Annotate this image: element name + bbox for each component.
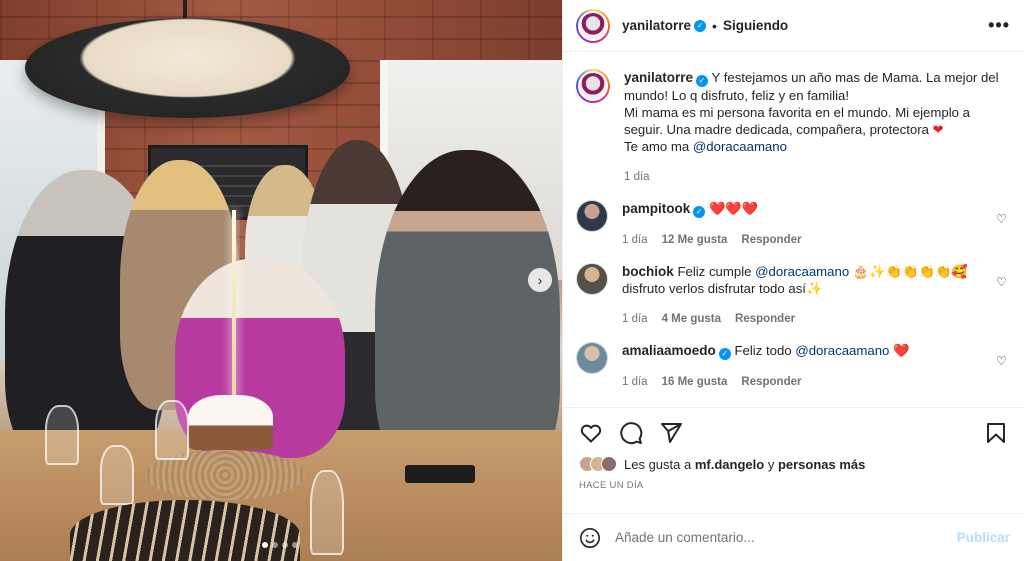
post-header: yanilatorre ✓ • Siguiendo ••• [563,0,1024,52]
reply-button[interactable]: Responder [741,374,801,391]
likes-prefix: Les gusta a [624,456,692,472]
caption-line3-prefix: Te amo ma [624,139,690,154]
add-comment-bar: Publicar [563,513,1024,561]
comment-item: amaliaamoedo ✓ Feliz todo @doracaamano ❤️… [576,342,1008,391]
verified-badge-icon: ✓ [694,19,707,32]
likes-user-link[interactable]: mf.dangelo [695,457,764,472]
comments-section[interactable]: yanilatorre ✓ Y festejamos un año mas de … [563,53,1024,405]
mention-link[interactable]: @doracaamano [795,343,889,358]
mobile-phone [405,465,475,483]
comment-item: bochiok Feliz cumple @doracaamano 🎂✨👏👏👏👏… [576,263,1008,328]
author-avatar[interactable] [576,8,610,43]
heart-outline-icon[interactable]: ♡ [996,212,1008,226]
reply-button[interactable]: Responder [735,311,795,328]
mention-link[interactable]: @doracaamano [693,139,787,154]
leaf-placemat [70,500,300,561]
liker-avatars[interactable] [579,456,617,472]
wine-glass [45,405,79,465]
commenter-avatar[interactable] [576,263,608,295]
separator-dot: • [712,17,717,34]
post-timestamp[interactable]: HACE UN DÍA [579,480,1008,491]
comment-username[interactable]: pampitook [622,201,690,216]
wine-glass [155,400,189,460]
carousel-dot [272,542,278,548]
verified-badge-icon: ✓ [718,348,731,360]
likes-summary: Les gusta a mf.dangelo y personas más [579,456,1008,472]
heart-outline-icon[interactable]: ♡ [996,354,1008,368]
carousel-dots [262,542,298,548]
sparkler [232,210,236,400]
comment-item: pampitook ✓ ❤️❤️❤️ 1 día 12 Me gusta Resp… [576,200,1008,249]
carousel-dot [262,542,268,548]
more-horizontal-icon[interactable]: ••• [988,15,1010,36]
likes-others-link[interactable]: personas más [778,457,865,472]
comment-text-continued: disfruto verlos disfrutar todo así✨ [622,281,823,296]
verified-badge-icon: ✓ [696,75,709,87]
publish-button[interactable]: Publicar [957,530,1010,545]
commenter-avatar[interactable] [576,342,608,374]
caption-line2: Mi mama es mi persona favorita en el mun… [624,105,970,137]
comment-emoji: 🎂✨👏👏👏👏🥰 [852,264,968,279]
comment-username[interactable]: amaliaamoedo [622,343,716,358]
wine-glass [100,445,134,505]
author-username[interactable]: yanilatorre [622,18,691,33]
comment-time[interactable]: 1 día [622,232,648,249]
comment-text: Feliz todo [734,343,792,358]
author-avatar[interactable] [576,69,610,103]
birthday-cake [188,395,273,450]
comment-likes[interactable]: 12 Me gusta [662,232,728,249]
carousel-dot [282,542,288,548]
carousel-next-button[interactable]: › [528,268,552,292]
wine-glass [310,470,344,555]
chevron-right-icon: › [537,272,543,288]
comment-text: Feliz cumple [677,264,752,279]
bookmark-icon[interactable] [984,421,1008,445]
emoji-smile-icon[interactable] [579,527,601,549]
caption-username[interactable]: yanilatorre [624,70,693,85]
comment-time[interactable]: 1 día [622,311,648,328]
liker-avatar [601,456,617,472]
comment-likes[interactable]: 4 Me gusta [662,311,721,328]
comment-emoji: ❤️ [893,343,910,358]
carousel-dot [292,542,298,548]
comment-input[interactable] [615,530,943,545]
post-photo[interactable]: › [0,0,562,561]
like-heart-icon[interactable] [579,421,603,445]
lamp-wire [183,0,187,20]
ceiling-lamp [25,18,350,118]
share-send-icon[interactable] [659,421,683,445]
comment-username[interactable]: bochiok [622,264,674,279]
caption: yanilatorre ✓ Y festejamos un año mas de … [576,69,1008,186]
post-actions: Les gusta a mf.dangelo y personas más HA… [563,407,1024,491]
caption-time[interactable]: 1 día [624,169,650,186]
red-heart-icon: ❤ [932,122,944,137]
heart-outline-icon[interactable]: ♡ [996,275,1008,289]
following-button[interactable]: Siguiendo [723,18,788,33]
mention-link[interactable]: @doracaamano [755,264,849,279]
comment-time[interactable]: 1 día [622,374,648,391]
post-side-panel: yanilatorre ✓ • Siguiendo ••• yanilatorr… [562,0,1024,561]
comment-bubble-icon[interactable] [619,421,643,445]
verified-badge-icon: ✓ [693,206,706,218]
reply-button[interactable]: Responder [741,232,801,249]
likes-and: y [767,456,775,472]
comment-likes[interactable]: 16 Me gusta [662,374,728,391]
commenter-avatar[interactable] [576,200,608,232]
comment-emoji: ❤️❤️❤️ [708,201,759,216]
